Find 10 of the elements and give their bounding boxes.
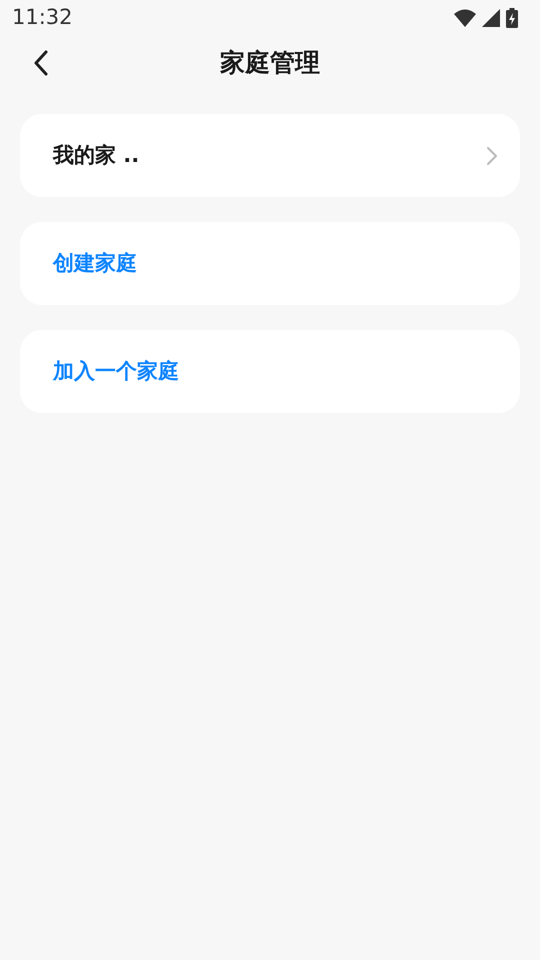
action-list-item[interactable]: 创建家庭 [20, 222, 520, 305]
action-list-item[interactable]: 加入一个家庭 [20, 330, 520, 413]
signal-icon [482, 9, 500, 27]
status-time: 11:32 [12, 4, 73, 32]
wifi-icon [454, 9, 476, 27]
chevron-right-icon [486, 146, 498, 166]
page-title: 家庭管理 [220, 47, 320, 80]
back-icon [33, 50, 49, 76]
battery-charging-icon [506, 8, 518, 28]
home-list-item[interactable]: 我的家 .. [20, 114, 520, 197]
